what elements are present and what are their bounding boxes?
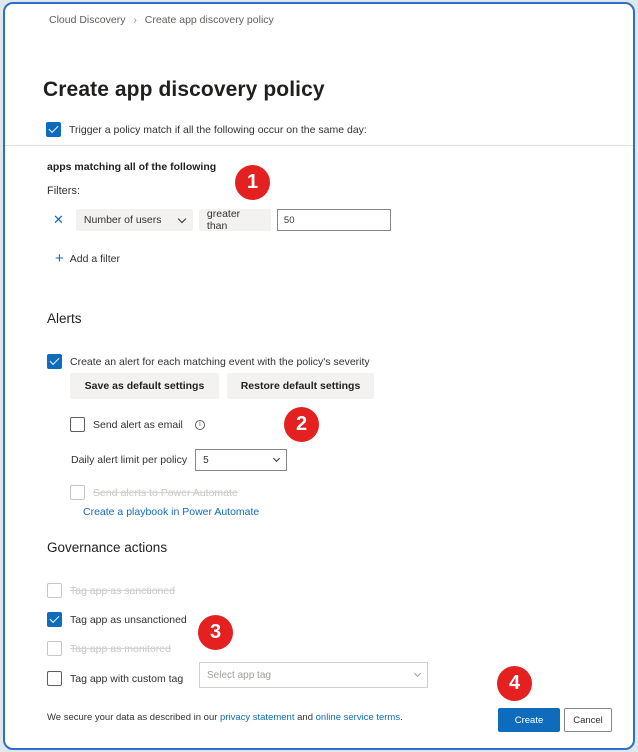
remove-filter-icon[interactable]: ✕ [53,212,64,228]
breadcrumb-cloud-discovery[interactable]: Cloud Discovery [49,14,125,26]
custom-tag-label: Tag app with custom tag [70,672,184,685]
chevron-down-icon [273,454,281,463]
monitored-label: Tag app as monitored [70,642,171,655]
create-button[interactable]: Create [498,708,560,732]
governance-item-unsanctioned: Tag app as unsanctioned [47,612,187,627]
add-filter-label: Add a filter [69,252,120,265]
playbook-link[interactable]: Create a playbook in Power Automate [83,506,259,518]
filter-field-dropdown[interactable]: Number of users [75,209,193,231]
send-email-row: Send alert as email i [70,417,205,432]
info-icon[interactable]: i [194,419,205,430]
governance-item-custom-tag: Tag app with custom tag [47,671,183,686]
filter-operator-value: greater than [206,208,241,232]
step-marker-3: 3 [198,615,233,650]
footer-text-before: We secure your data as described in our [47,712,221,723]
breadcrumb: Cloud Discovery › Create app discovery p… [49,14,274,26]
cancel-button[interactable]: Cancel [564,708,612,732]
monitored-checkbox [47,641,62,656]
step-marker-4: 4 [497,666,532,701]
filters-label: Filters: [47,185,80,197]
restore-default-button[interactable]: Restore default settings [227,373,374,399]
filter-row: ✕ Number of users greater than 50 [53,208,391,232]
filters-heading: apps matching all of the following [47,161,217,173]
alerts-heading: Alerts [47,311,82,326]
footer-text: We secure your data as described in our … [47,712,403,723]
breadcrumb-chevron-icon: › [133,14,137,26]
screenshot-frame: Cloud Discovery › Create app discovery p… [3,2,635,750]
governance-heading: Governance actions [47,540,168,555]
divider [5,145,633,146]
daily-limit-row: Daily alert limit per policy 5 [71,449,288,471]
create-alert-row: Create an alert for each matching event … [47,354,370,369]
governance-item-monitored: Tag app as monitored [47,641,171,656]
unsanctioned-label: Tag app as unsanctioned [70,613,187,626]
unsanctioned-checkbox[interactable] [47,612,62,627]
create-alert-checkbox[interactable] [47,354,62,369]
breadcrumb-current: Create app discovery policy [144,14,274,26]
daily-limit-label: Daily alert limit per policy [71,454,188,466]
footer-text-after: . [400,712,403,723]
trigger-label: Trigger a policy match if all the follow… [69,123,367,136]
service-terms-link[interactable]: online service terms [316,712,400,723]
governance-item-sanctioned: Tag app as sanctioned [47,583,175,598]
save-default-button[interactable]: Save as default settings [70,373,219,399]
send-email-checkbox[interactable] [70,417,85,432]
filter-value-text: 50 [283,214,295,226]
privacy-statement-link[interactable]: privacy statement [220,712,294,723]
sanctioned-label: Tag app as sanctioned [70,584,176,597]
chevron-down-icon [177,214,187,223]
power-automate-checkbox [70,485,85,500]
footer-text-middle: and [294,712,316,723]
app-tag-placeholder: Select app tag [207,669,271,681]
chevron-down-icon [413,669,422,678]
power-automate-row: Send alerts to Power Automate [70,485,238,500]
step-marker-1: 1 [235,165,270,200]
trigger-row: Trigger a policy match if all the follow… [46,122,367,137]
custom-tag-checkbox[interactable] [47,671,62,686]
filter-field-value: Number of users [83,214,162,226]
sanctioned-checkbox [47,583,62,598]
filter-operator-dropdown[interactable]: greater than [198,208,271,232]
filter-value-input[interactable]: 50 [276,209,391,231]
plus-icon: + [55,250,64,267]
step-marker-2: 2 [284,407,319,442]
trigger-checkbox[interactable] [46,122,61,137]
page-title: Create app discovery policy [43,78,325,101]
create-alert-label: Create an alert for each matching event … [70,355,370,368]
daily-limit-value: 5 [203,454,209,466]
add-filter-button[interactable]: + Add a filter [55,250,120,267]
send-email-label: Send alert as email [93,418,183,431]
power-automate-label: Send alerts to Power Automate [93,486,238,499]
daily-limit-dropdown[interactable]: 5 [195,449,288,471]
app-tag-select[interactable]: Select app tag [199,662,428,688]
